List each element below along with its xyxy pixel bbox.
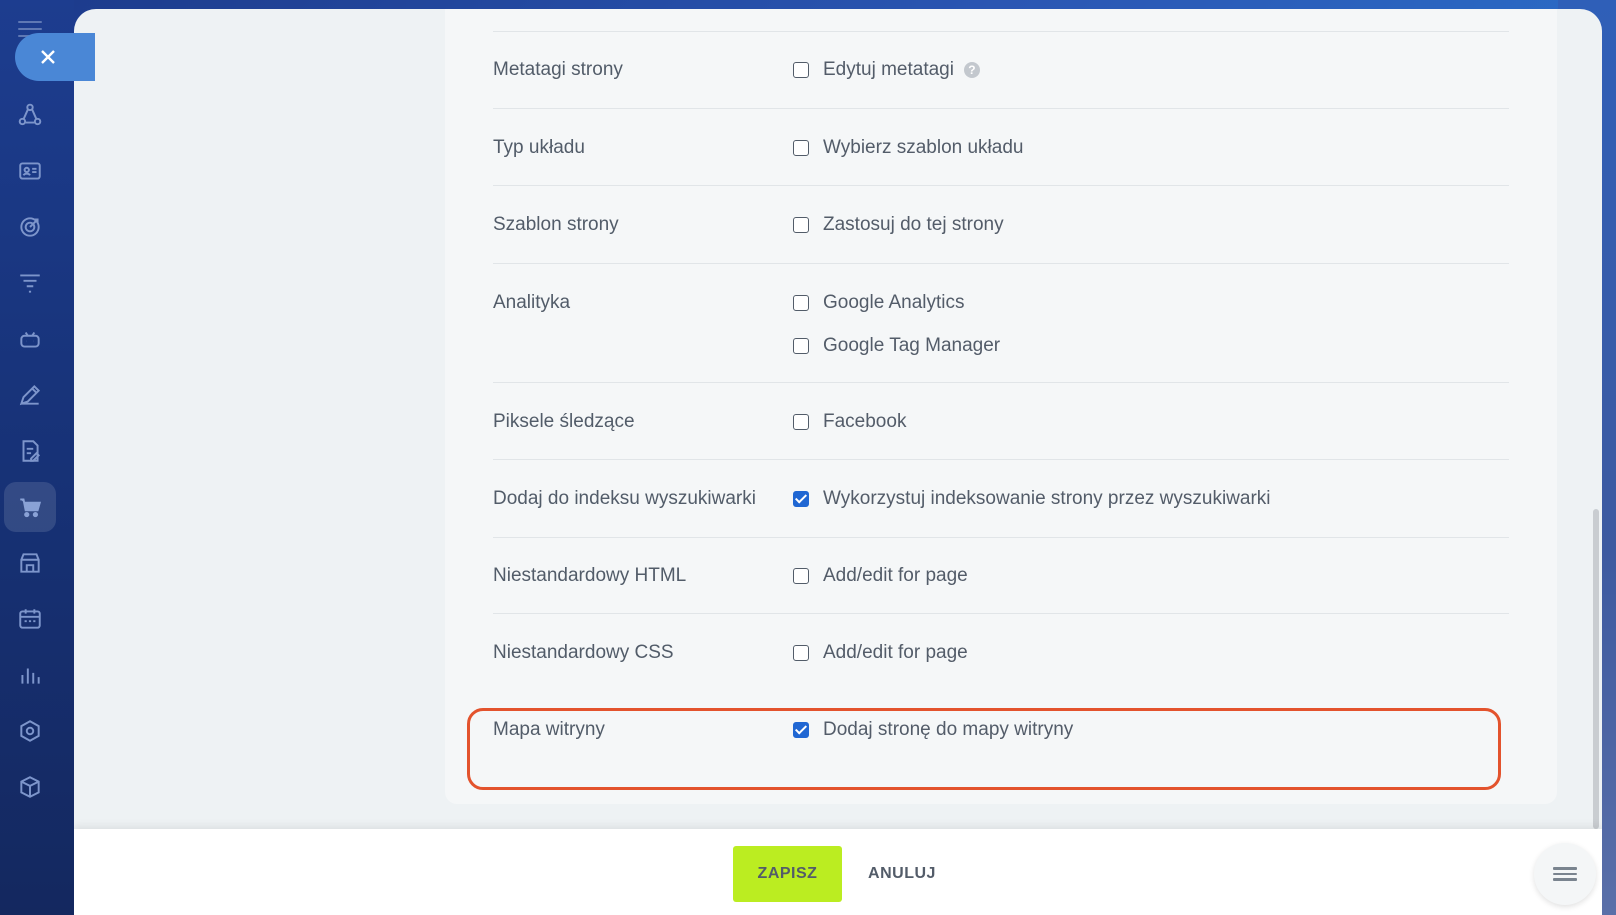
row-label: Szablon strony <box>493 214 619 235</box>
cube-icon[interactable] <box>4 762 56 812</box>
store-icon[interactable] <box>4 538 56 588</box>
close-icon <box>41 50 55 64</box>
row-label: Metatagi strony <box>493 59 623 80</box>
edit-metatags-option[interactable]: Edytuj metatagi ? <box>793 59 980 81</box>
settings-row-custom-html: Niestandardowy HTML Add/edit for page <box>493 537 1509 614</box>
google-tag-manager-option[interactable]: Google Tag Manager <box>793 335 1000 357</box>
row-label: Piksele śledzące <box>493 411 635 432</box>
custom-css-option[interactable]: Add/edit for page <box>793 642 968 664</box>
option-label: Wykorzystuj indeksowanie strony przez wy… <box>823 488 1271 509</box>
pen-icon[interactable] <box>4 370 56 420</box>
help-icon[interactable]: ? <box>963 62 980 78</box>
apply-to-page-option[interactable]: Zastosuj do tej strony <box>793 214 1004 236</box>
option-label: Google Tag Manager <box>823 335 1001 356</box>
contact-card-icon[interactable] <box>4 146 56 196</box>
google-analytics-checkbox[interactable] <box>793 295 809 311</box>
custom-html-option[interactable]: Add/edit for page <box>793 565 968 587</box>
row-label: Niestandardowy HTML <box>493 565 687 586</box>
search-indexing-option[interactable]: Wykorzystuj indeksowanie strony przez wy… <box>793 488 1271 510</box>
row-label: Dodaj do indeksu wyszukiwarki <box>493 488 756 509</box>
option-label: Facebook <box>823 411 907 432</box>
search-indexing-checkbox[interactable] <box>793 491 809 507</box>
edit-metatags-checkbox[interactable] <box>793 62 809 78</box>
custom-css-checkbox[interactable] <box>793 645 809 661</box>
panel-scrollbar[interactable] <box>1593 509 1599 829</box>
settings-row-tracking-pixels: Piksele śledzące Facebook <box>493 382 1509 460</box>
apply-to-page-checkbox[interactable] <box>793 217 809 233</box>
choose-layout-template-option[interactable]: Wybierz szablon układu <box>793 137 1023 159</box>
menu-fab-button[interactable] <box>1534 843 1596 905</box>
facebook-pixel-checkbox[interactable] <box>793 414 809 430</box>
settings-card: Metatagi strony Edytuj metatagi ? Typ uk… <box>445 9 1557 804</box>
settings-row-search-index: Dodaj do indeksu wyszukiwarki Wykorzystu… <box>493 459 1509 538</box>
custom-html-checkbox[interactable] <box>793 568 809 584</box>
left-nav-rail <box>0 0 74 915</box>
footer-bar: ZAPISZ ANULUJ <box>74 829 1602 915</box>
google-analytics-option[interactable]: Google Analytics <box>793 292 965 314</box>
settings-row-metatags: Metatagi strony Edytuj metatagi ? <box>493 31 1509 109</box>
funnel-icon[interactable] <box>4 258 56 308</box>
chart-icon[interactable] <box>4 650 56 700</box>
row-label: Analityka <box>493 292 571 313</box>
settings-row-page-template: Szablon strony Zastosuj do tej strony <box>493 185 1509 264</box>
cancel-button[interactable]: ANULUJ <box>862 846 942 902</box>
choose-layout-template-checkbox[interactable] <box>793 140 809 156</box>
robot-icon[interactable] <box>4 314 56 364</box>
option-label: Add/edit for page <box>823 642 968 663</box>
option-label: Wybierz szablon układu <box>823 137 1024 158</box>
save-button[interactable]: ZAPISZ <box>733 846 842 902</box>
facebook-pixel-option[interactable]: Facebook <box>793 411 906 433</box>
close-panel-button[interactable] <box>15 33 95 81</box>
option-label: Google Analytics <box>823 292 965 313</box>
list-menu-icon <box>1553 864 1577 884</box>
crm-icon[interactable] <box>4 90 56 140</box>
row-label: Typ układu <box>493 137 585 158</box>
hexagon-icon[interactable] <box>4 706 56 756</box>
settings-row-custom-css: Niestandardowy CSS Add/edit for page <box>493 613 1509 692</box>
option-label: Zastosuj do tej strony <box>823 214 1004 235</box>
sitemap-highlight-annotation <box>467 708 1501 790</box>
option-label: Edytuj metatagi <box>823 59 954 80</box>
document-icon[interactable] <box>4 426 56 476</box>
row-label: Niestandardowy CSS <box>493 642 674 663</box>
settings-row-layout-type: Typ układu Wybierz szablon układu <box>493 108 1509 186</box>
settings-row-analytics: Analityka Google Analytics Google Tag Ma… <box>493 263 1509 383</box>
option-label: Add/edit for page <box>823 565 968 586</box>
calendar-icon[interactable] <box>4 594 56 644</box>
cart-icon[interactable] <box>4 482 56 532</box>
target-icon[interactable] <box>4 202 56 252</box>
google-tag-manager-checkbox[interactable] <box>793 338 809 354</box>
